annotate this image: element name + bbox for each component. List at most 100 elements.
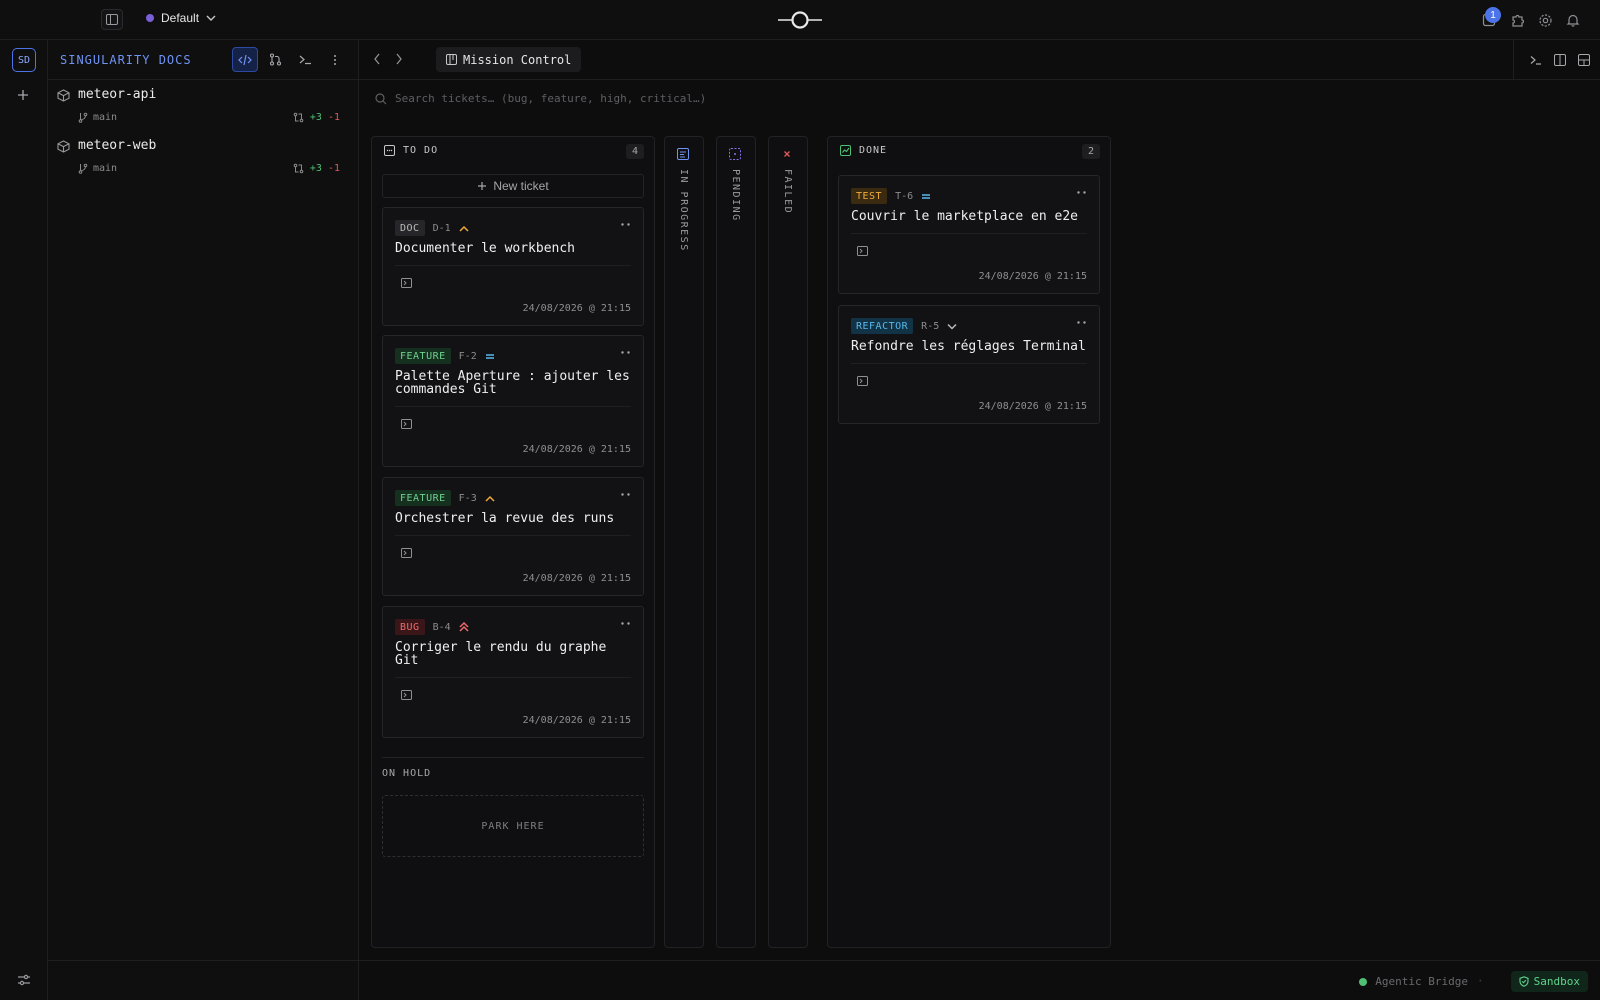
column-in-progress[interactable]: IN PROGRESS (664, 136, 704, 948)
column-done: DONE 2 TEST T-6 Couvrir le marketplace e… (827, 136, 1111, 948)
shield-check-icon (1519, 976, 1529, 987)
lines-added: +3 (309, 163, 322, 174)
more-horizontal-icon[interactable] (621, 223, 630, 226)
more-horizontal-icon[interactable] (621, 622, 630, 625)
repo-branch: main (78, 112, 117, 123)
repo-item[interactable]: meteor-api main +3 -1 (48, 82, 358, 133)
repo-name: meteor-api (78, 87, 157, 102)
ticket-card[interactable]: FEATURE F-3 Orchestrer la revue des runs… (382, 477, 644, 596)
ticket-card[interactable]: BUG B-4 Corriger le rendu du graphe Git … (382, 606, 644, 738)
repo-item[interactable]: meteor-web main +3 -1 (48, 133, 358, 184)
sidebar-toggle-button[interactable] (101, 9, 123, 30)
ticket-date: 24/08/2026 @ 21:15 (522, 303, 631, 314)
repo-diff-stats: +3 -1 (293, 112, 340, 123)
done-icon (840, 145, 851, 156)
workspace-color-dot (146, 14, 154, 22)
new-ticket-button[interactable]: New ticket (382, 174, 644, 198)
ticket-title: Corriger le rendu du graphe Git (395, 640, 607, 668)
rail-settings-button[interactable] (17, 974, 31, 986)
ticket-card[interactable]: DOC D-1 Documenter le workbench 24/08/20… (382, 207, 644, 326)
sidebar-toggle-icon (106, 14, 118, 25)
ticket-id: B-4 (432, 621, 451, 633)
extensions-button[interactable] (1508, 11, 1526, 29)
add-project-button[interactable] (16, 88, 30, 102)
gear-icon (1538, 13, 1552, 27)
git-view-button[interactable] (262, 47, 288, 72)
ticket-tag: BUG (395, 619, 425, 635)
status-bar: Agentic Bridge · Sandbox (359, 960, 1600, 1000)
ticket-id: T-6 (895, 190, 914, 202)
plus-icon (478, 182, 487, 190)
column-title: PENDING (730, 169, 741, 222)
ticket-card[interactable]: FEATURE F-2 Palette Aperture : ajouter l… (382, 335, 644, 467)
back-button[interactable] (373, 53, 381, 65)
split-view-button[interactable] (1554, 54, 1566, 66)
park-here-dropzone[interactable]: PARK HERE (382, 795, 644, 857)
terminal-view-button[interactable] (292, 47, 318, 72)
sidebar-footer (48, 960, 359, 1000)
ticket-title: Refondre les réglages Terminal (851, 339, 1086, 354)
column-pending[interactable]: PENDING (716, 136, 756, 948)
new-ticket-label: New ticket (493, 179, 549, 193)
search-icon (375, 92, 387, 104)
tab-mission-control[interactable]: Mission Control (436, 47, 582, 72)
terminal-icon (401, 419, 412, 429)
ticket-date: 24/08/2026 @ 21:15 (522, 444, 631, 455)
search-placeholder: Search tickets… (bug, feature, high, cri… (395, 92, 707, 105)
layout-button[interactable] (1578, 54, 1590, 66)
column-title: FAILED (782, 169, 793, 215)
ticket-search[interactable]: Search tickets… (bug, feature, high, cri… (375, 92, 706, 105)
ticket-title: Couvrir le marketplace en e2e (851, 209, 1078, 224)
repo-diff-stats: +3 -1 (293, 163, 340, 174)
sandbox-badge[interactable]: Sandbox (1510, 971, 1588, 992)
column-title: IN PROGRESS (678, 169, 689, 252)
project-rail: SD (0, 40, 48, 1000)
top-bar: Default (0, 0, 1600, 40)
git-compare-icon (293, 163, 304, 174)
agentic-bridge-status[interactable]: Agentic Bridge (1359, 975, 1468, 988)
bell-icon (1566, 14, 1580, 27)
workspace-selector[interactable]: Default (146, 11, 216, 25)
column-failed[interactable]: FAILED (768, 136, 808, 948)
bell-button[interactable] (1564, 11, 1582, 29)
ticket-tag: FEATURE (395, 490, 451, 506)
tab-bar: Mission Control (359, 40, 1600, 80)
project-avatar[interactable]: SD (12, 48, 36, 72)
lines-removed: -1 (327, 163, 340, 174)
puzzle-icon (1511, 14, 1524, 27)
logo-icon (778, 10, 822, 30)
on-hold-section: ON HOLD PARK HERE (382, 757, 644, 857)
terminal-icon (1530, 56, 1541, 65)
main-panel: Mission Control Search tickets… (bug, fe… (359, 40, 1600, 1000)
terminal-icon (299, 55, 311, 65)
priority-high-icon (459, 225, 469, 232)
code-view-button[interactable] (232, 47, 258, 72)
ticket-card[interactable]: REFACTOR R-5 Refondre les réglages Termi… (838, 305, 1100, 424)
priority-medium-icon (485, 353, 494, 359)
ticket-id: R-5 (921, 320, 940, 332)
ticket-id: D-1 (432, 222, 451, 234)
ticket-date: 24/08/2026 @ 21:15 (522, 573, 631, 584)
settings-button[interactable] (1536, 11, 1554, 29)
sliders-icon (18, 974, 30, 986)
on-hold-label: ON HOLD (382, 768, 432, 779)
ticket-card[interactable]: TEST T-6 Couvrir le marketplace en e2e 2… (838, 175, 1100, 294)
sandbox-label: Sandbox (1533, 975, 1580, 988)
terminal-icon (857, 376, 868, 386)
ticket-title: Documenter le workbench (395, 241, 576, 256)
more-options-button[interactable] (322, 47, 348, 72)
more-horizontal-icon[interactable] (621, 351, 630, 354)
tab-label: Mission Control (463, 52, 572, 67)
more-horizontal-icon[interactable] (1077, 321, 1086, 324)
status-dot (1359, 977, 1368, 986)
todo-icon (384, 145, 395, 156)
more-horizontal-icon[interactable] (1077, 191, 1086, 194)
forward-button[interactable] (395, 53, 403, 65)
project-title: SINGULARITY DOCS (60, 53, 192, 67)
column-title: DONE (859, 145, 888, 156)
package-icon (57, 140, 70, 153)
terminal-panel-button[interactable] (1530, 55, 1542, 65)
more-horizontal-icon[interactable] (621, 493, 630, 496)
column-count: 2 (1082, 144, 1100, 159)
bridge-label: Agentic Bridge (1375, 975, 1468, 988)
